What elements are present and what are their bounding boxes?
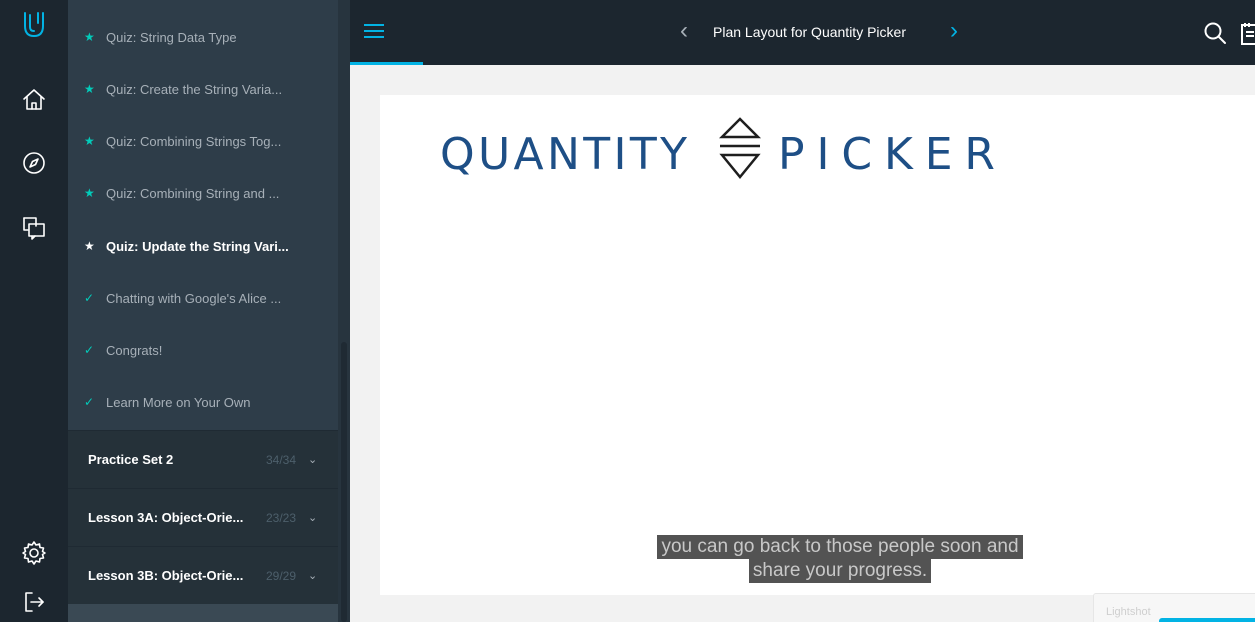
whiteboard-drawing: QUANTITY PICKER <box>440 117 998 180</box>
sidebar-scrollbar[interactable] <box>338 0 350 622</box>
check-icon: ✓ <box>84 291 95 305</box>
hamburger-menu-icon[interactable] <box>362 20 386 44</box>
concept-label: Quiz: Update the String Vari... <box>106 238 289 254</box>
lesson-sidebar: ★ Quiz: String Data Type ★ Quiz: Create … <box>68 0 350 622</box>
down-arrow-icon <box>719 153 761 179</box>
concept-item[interactable]: ★ Quiz: Combining Strings Tog... <box>68 115 338 167</box>
concept-item[interactable]: ✓ Chatting with Google's Alice ... <box>68 272 338 324</box>
chevron-down-icon[interactable]: ⌄ <box>308 453 317 466</box>
gear-icon[interactable] <box>18 537 50 569</box>
whiteboard-word-quantity: QUANTITY <box>440 129 690 180</box>
caption-line: share your progress. <box>748 559 932 583</box>
concept-label: Learn More on Your Own <box>106 394 251 410</box>
search-icon[interactable] <box>1202 20 1228 46</box>
notes-icon[interactable] <box>1240 20 1255 46</box>
classroom-app: ★ Quiz: String Data Type ★ Quiz: Create … <box>0 0 1255 622</box>
video-player[interactable]: QUANTITY PICKER you can go back to those… <box>380 95 1255 595</box>
lesson-count: 29/29 <box>265 568 296 583</box>
lesson-item-3b[interactable]: Lesson 3B: Object-Orie... 29/29 ⌄ <box>68 546 338 604</box>
concept-label: Chatting with Google's Alice ... <box>106 290 282 306</box>
chevron-down-icon[interactable]: ⌄ <box>308 569 317 582</box>
lightshot-label: Lightshot <box>1106 606 1151 618</box>
next-concept-button[interactable]: › <box>950 16 958 46</box>
concept-label: Quiz: Combining Strings Tog... <box>106 133 282 149</box>
scrollbar-thumb[interactable] <box>341 342 347 622</box>
check-icon: ✓ <box>84 395 95 409</box>
main-content: QUANTITY PICKER you can go back to those… <box>350 65 1255 622</box>
lightshot-button[interactable] <box>1159 618 1255 622</box>
udacity-logo-icon[interactable] <box>18 8 50 40</box>
lesson-item-3a[interactable]: Lesson 3A: Object-Orie... 23/23 ⌄ <box>68 488 338 546</box>
icon-rail <box>0 0 68 622</box>
lesson-count: 23/23 <box>265 510 296 525</box>
star-icon: ★ <box>84 30 95 44</box>
page-title: Plan Layout for Quantity Picker <box>713 24 906 40</box>
concept-label: Quiz: Create the String Varia... <box>106 81 283 97</box>
previous-concept-button[interactable]: ‹ <box>680 16 688 46</box>
concept-item[interactable]: ✓ Learn More on Your Own <box>68 376 338 428</box>
whiteboard-word-picker: PICKER <box>778 129 998 180</box>
star-icon: ★ <box>84 134 95 148</box>
up-arrow-icon <box>718 117 762 139</box>
concept-label: Quiz: Combining String and ... <box>106 185 280 201</box>
concept-item[interactable]: ★ Quiz: Combining String and ... <box>68 167 338 219</box>
star-icon: ★ <box>84 82 95 96</box>
concept-item[interactable]: ★ Quiz: String Data Type <box>68 11 338 63</box>
star-icon: ★ <box>84 239 95 253</box>
star-icon: ★ <box>84 186 95 200</box>
lesson-name: Practice Set 2 <box>88 452 174 467</box>
chevron-down-icon[interactable]: ⌄ <box>308 511 317 524</box>
concept-item-active[interactable]: ★ Quiz: Update the String Vari... <box>68 220 338 272</box>
lightshot-widget[interactable]: Lightshot <box>1093 593 1255 622</box>
lesson-count: 34/34 <box>265 452 296 467</box>
compass-icon[interactable] <box>18 147 50 179</box>
home-icon[interactable] <box>18 84 50 116</box>
top-bar: ‹ Plan Layout for Quantity Picker › <box>350 0 1255 65</box>
check-icon: ✓ <box>84 343 95 357</box>
lesson-item-practice-set-2[interactable]: Practice Set 2 34/34 ⌄ <box>68 430 338 488</box>
lesson-name: Lesson 3A: Object-Orie... <box>88 510 244 525</box>
logout-icon[interactable] <box>18 586 50 618</box>
concept-label: Congrats! <box>106 342 163 358</box>
video-captions: you can go back to those people soon and… <box>380 535 1255 583</box>
concept-label: Quiz: String Data Type <box>106 29 237 45</box>
concept-item[interactable]: ✓ Congrats! <box>68 324 338 376</box>
caption-line: you can go back to those people soon and <box>657 535 1023 559</box>
chat-icon[interactable] <box>18 212 50 244</box>
lesson-name: Lesson 3B: Object-Orie... <box>88 568 244 583</box>
sidebar-footer <box>68 604 338 622</box>
concept-item[interactable]: ★ Quiz: Create the String Varia... <box>68 63 338 115</box>
